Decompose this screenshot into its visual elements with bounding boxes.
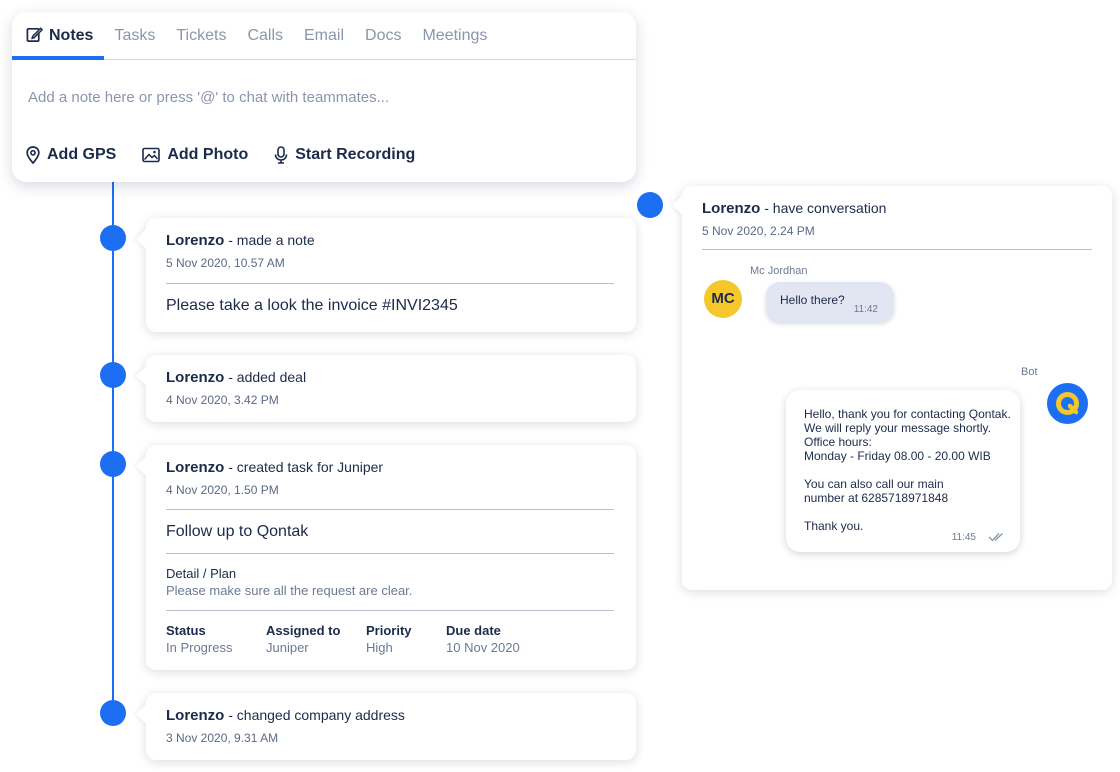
start-recording-button[interactable]: Start Recording bbox=[274, 146, 415, 164]
field-label: Status bbox=[166, 623, 206, 638]
message-text: Hello there? bbox=[780, 293, 845, 307]
message-time: 11:42 bbox=[853, 304, 878, 315]
image-icon bbox=[142, 147, 161, 163]
start-recording-label: Start Recording bbox=[295, 146, 416, 163]
activity-card: Lorenzo - added deal 4 Nov 2020, 3.42 PM bbox=[136, 355, 636, 422]
activity-author: Lorenzo bbox=[166, 459, 225, 476]
activity-author: Lorenzo bbox=[166, 369, 225, 386]
divider bbox=[166, 553, 614, 554]
activity-date: 4 Nov 2020, 3.42 PM bbox=[166, 393, 279, 407]
activity-action: - changed company address bbox=[228, 707, 405, 723]
divider bbox=[166, 509, 614, 510]
field-label: Priority bbox=[366, 623, 412, 638]
tab-email[interactable]: Email bbox=[294, 12, 355, 59]
timeline-dot bbox=[100, 451, 126, 477]
field-value: In Progress bbox=[166, 640, 233, 655]
composer-tabs: Notes Tasks Tickets Calls Email Docs Mee… bbox=[12, 12, 636, 60]
timeline-dot bbox=[100, 225, 126, 251]
bot-avatar bbox=[1047, 383, 1088, 424]
activity-author: Lorenzo bbox=[166, 232, 225, 249]
location-pin-icon bbox=[26, 146, 40, 164]
outgoing-message: Hello, thank you for contacting Qontak. … bbox=[786, 390, 1020, 552]
message-line: Monday - Friday 08.00 - 20.00 WIB bbox=[804, 449, 991, 463]
incoming-message: Hello there? 11:42 bbox=[766, 282, 894, 322]
tab-docs[interactable]: Docs bbox=[355, 12, 412, 59]
activity-header: Lorenzo - created task for Juniper bbox=[166, 459, 616, 476]
message-text: Hello, thank you for contacting Qontak. … bbox=[804, 407, 1011, 533]
add-gps-label: Add GPS bbox=[47, 146, 117, 163]
field-value: Juniper bbox=[266, 640, 309, 655]
due-date-field: Due date 10 Nov 2020 bbox=[446, 623, 556, 655]
note-input[interactable] bbox=[28, 72, 618, 122]
sender-name: Mc Jordhan bbox=[750, 265, 808, 277]
divider bbox=[166, 610, 614, 611]
tab-calls[interactable]: Calls bbox=[237, 12, 294, 59]
detail-label: Detail / Plan bbox=[166, 566, 237, 581]
timeline-dot bbox=[100, 700, 126, 726]
task-fields: Status In Progress Assigned to Juniper P… bbox=[166, 623, 616, 655]
message-line: We will reply your message shortly. bbox=[804, 421, 991, 435]
note-body: Please take a look the invoice #INVI2345 bbox=[166, 297, 458, 314]
priority-field: Priority High bbox=[366, 623, 446, 655]
activity-action: - created task for Juniper bbox=[228, 459, 384, 475]
activity-header: Lorenzo - changed company address bbox=[166, 707, 616, 724]
qontak-logo-icon bbox=[1056, 392, 1079, 415]
sender-name: Bot bbox=[1021, 366, 1038, 378]
timeline-dot bbox=[637, 192, 663, 218]
microphone-icon bbox=[274, 146, 288, 164]
status-field: Status In Progress bbox=[166, 623, 266, 655]
avatar: MC bbox=[704, 280, 742, 318]
edit-note-icon bbox=[26, 27, 44, 42]
activity-date: 5 Nov 2020, 10.57 AM bbox=[166, 256, 285, 270]
divider bbox=[166, 283, 614, 284]
add-gps-button[interactable]: Add GPS bbox=[26, 146, 116, 164]
double-check-icon bbox=[988, 533, 1003, 542]
activity-date: 4 Nov 2020, 1.50 PM bbox=[166, 483, 279, 497]
activity-card: Lorenzo - made a note 5 Nov 2020, 10.57 … bbox=[136, 218, 636, 332]
tab-tickets[interactable]: Tickets bbox=[166, 12, 237, 59]
tab-label: Notes bbox=[49, 27, 94, 44]
activity-card: Lorenzo - created task for Juniper 4 Nov… bbox=[136, 445, 636, 670]
note-composer: Notes Tasks Tickets Calls Email Docs Mee… bbox=[12, 12, 636, 182]
task-title: Follow up to Qontak bbox=[166, 523, 309, 540]
divider bbox=[702, 249, 1092, 250]
activity-header: Lorenzo - added deal bbox=[166, 369, 616, 386]
activity-date: 5 Nov 2020, 2.24 PM bbox=[702, 224, 815, 238]
message-time: 11:45 bbox=[951, 532, 976, 543]
add-photo-button[interactable]: Add Photo bbox=[142, 146, 248, 164]
message-line: number at 6285718971848 bbox=[804, 491, 949, 505]
message-line: You can also call our main bbox=[804, 477, 944, 491]
activity-card: Lorenzo - changed company address 3 Nov … bbox=[136, 693, 636, 760]
message-line: Hello, thank you for contacting Qontak. bbox=[804, 407, 1011, 421]
add-photo-label: Add Photo bbox=[167, 146, 249, 163]
activity-header: Lorenzo - made a note bbox=[166, 232, 616, 249]
activity-action: - made a note bbox=[228, 232, 315, 248]
field-value: 10 Nov 2020 bbox=[446, 640, 520, 655]
timeline-line bbox=[112, 182, 114, 714]
tab-meetings[interactable]: Meetings bbox=[412, 12, 498, 59]
activity-action: - have conversation bbox=[764, 200, 887, 216]
message-line: Thank you. bbox=[804, 519, 864, 533]
assigned-field: Assigned to Juniper bbox=[266, 623, 366, 655]
field-label: Due date bbox=[446, 623, 501, 638]
activity-action: - added deal bbox=[228, 369, 307, 385]
activity-header: Lorenzo - have conversation bbox=[702, 200, 1092, 217]
field-label: Assigned to bbox=[266, 623, 341, 638]
activity-author: Lorenzo bbox=[702, 200, 761, 217]
timeline-dot bbox=[100, 362, 126, 388]
composer-actions: Add GPS Add Photo Start Recording bbox=[26, 146, 415, 164]
activity-date: 3 Nov 2020, 9.31 AM bbox=[166, 731, 279, 745]
message-line: Office hours: bbox=[804, 435, 872, 449]
field-value: High bbox=[366, 640, 393, 655]
tab-tasks[interactable]: Tasks bbox=[104, 12, 166, 59]
activity-author: Lorenzo bbox=[166, 707, 225, 724]
tab-notes[interactable]: Notes bbox=[12, 12, 104, 60]
detail-text: Please make sure all the request are cle… bbox=[166, 583, 413, 598]
